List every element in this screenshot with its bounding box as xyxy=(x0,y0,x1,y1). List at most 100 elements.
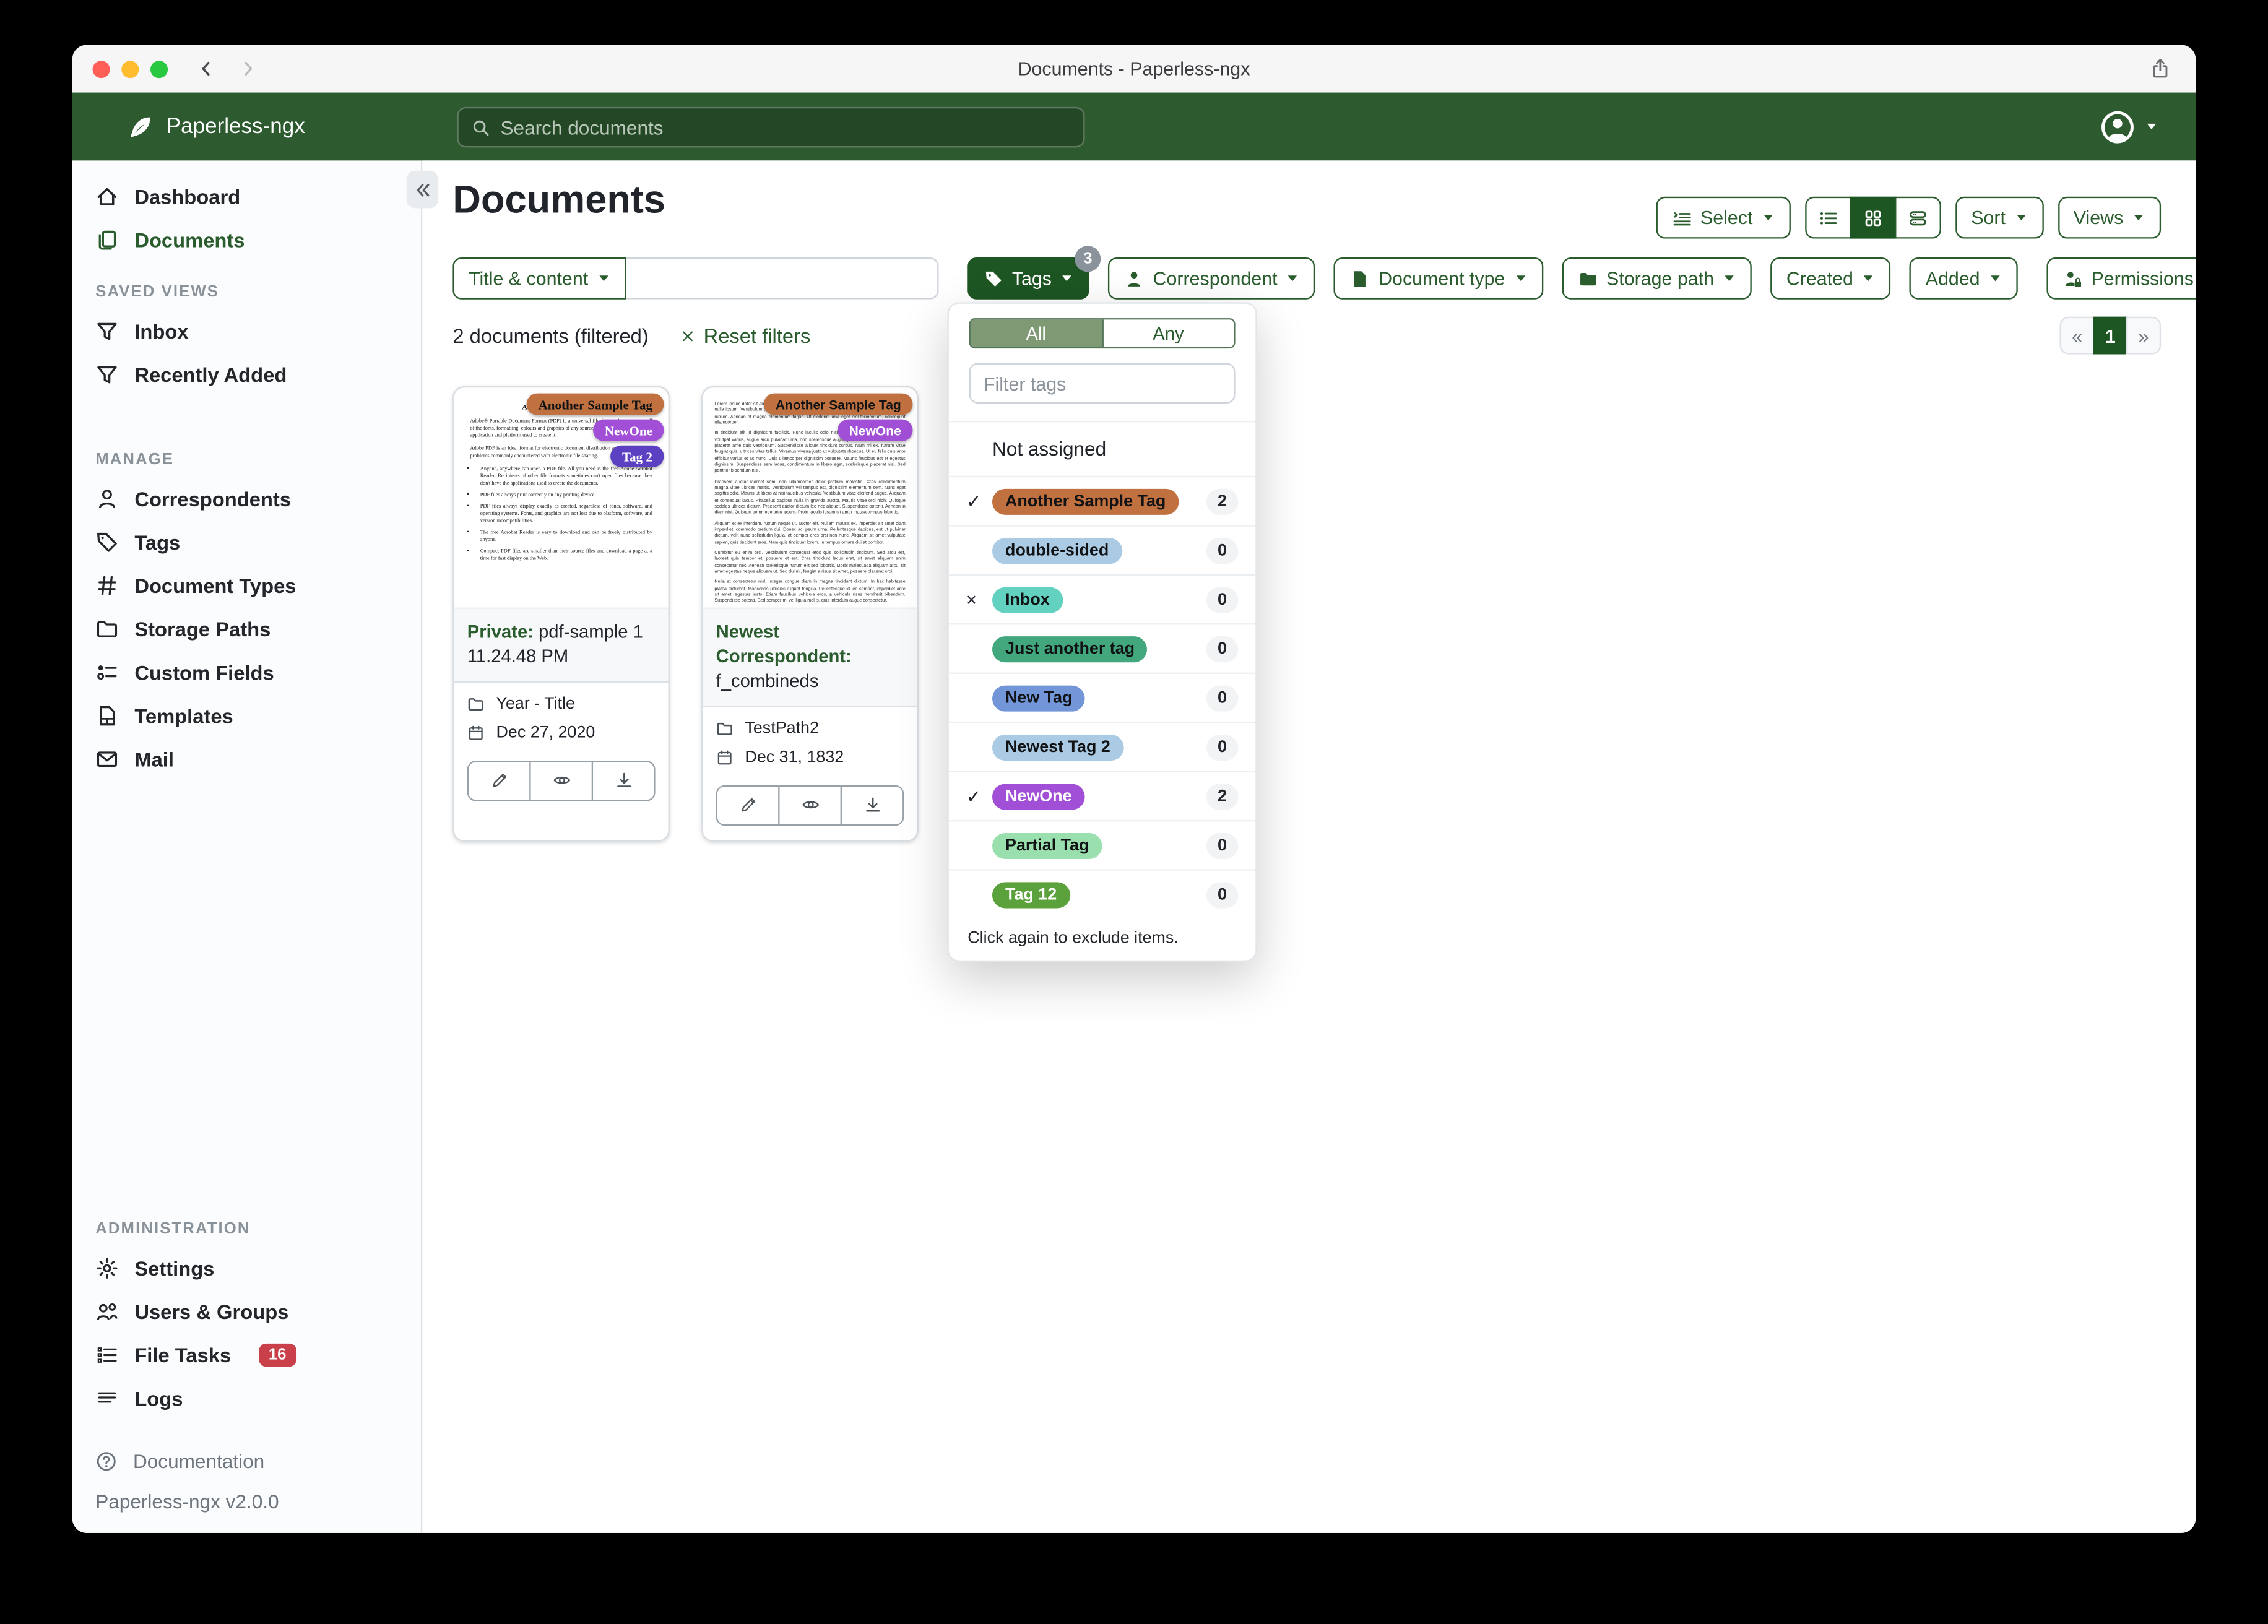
gear-icon xyxy=(97,1258,118,1279)
tag-option[interactable]: Newest Tag 2 0 xyxy=(948,722,1256,771)
pagination-page-1[interactable]: 1 xyxy=(2093,316,2128,355)
tag-option[interactable]: ✓ Another Sample Tag 2 xyxy=(948,475,1256,525)
back-icon[interactable] xyxy=(197,59,215,78)
card-title[interactable]: Private: pdf-sample 1 11.24.48 PM xyxy=(454,607,669,681)
pagination-prev-button[interactable]: « xyxy=(2059,316,2095,355)
sidebar-item-label: Templates xyxy=(134,704,233,728)
tags-filter-button[interactable]: Tags xyxy=(967,257,1089,300)
sidebar-item-correspondents[interactable]: Correspondents xyxy=(72,477,421,520)
tag-option[interactable]: Just another tag 0 xyxy=(948,623,1256,672)
storage-path-filter-button[interactable]: Storage path xyxy=(1561,257,1752,300)
folder-icon xyxy=(1579,272,1596,285)
thumb-bullet: The free Acrobat Reader is easy to downl… xyxy=(480,529,652,544)
feather-logo-icon xyxy=(131,116,150,137)
sidebar-item-mail[interactable]: Mail xyxy=(72,738,421,781)
tag-option[interactable]: ✓ NewOne 2 xyxy=(948,771,1256,819)
tag-option[interactable]: Partial Tag 0 xyxy=(948,819,1256,869)
grid-view-button[interactable] xyxy=(1849,196,1896,239)
title-content-input[interactable] xyxy=(625,257,938,300)
title-content-dropdown-button[interactable]: Title & content xyxy=(452,257,626,300)
sidebar-item-tags[interactable]: Tags xyxy=(72,520,421,564)
brand-label: Paperless-ngx xyxy=(166,114,305,139)
eye-icon xyxy=(802,801,818,809)
edit-button[interactable] xyxy=(469,761,530,800)
preview-button[interactable] xyxy=(778,786,841,824)
reset-filters-link[interactable]: Reset filters xyxy=(680,324,810,347)
document-type-filter-button[interactable]: Document type xyxy=(1333,257,1543,300)
sidebar-item-label: Users & Groups xyxy=(134,1300,289,1324)
person-icon xyxy=(99,490,115,508)
sidebar-item-templates[interactable]: Templates xyxy=(72,694,421,738)
correspondent-filter-button[interactable]: Correspondent xyxy=(1108,257,1315,300)
document-card[interactable]: Lorem ipsum dolor sit amet, consectetur … xyxy=(701,386,919,842)
card-tag-pill[interactable]: NewOne xyxy=(837,419,913,441)
close-icon xyxy=(683,330,693,340)
card-storage-path[interactable]: TestPath2 xyxy=(745,720,819,737)
grid-view-icon xyxy=(1865,210,1881,226)
document-card[interactable]: Adobe Acrobat PDF Files Adobe® Portable … xyxy=(452,386,670,842)
share-icon[interactable] xyxy=(2149,56,2171,81)
user-menu[interactable] xyxy=(2100,109,2158,144)
document-thumbnail[interactable]: Adobe Acrobat PDF Files Adobe® Portable … xyxy=(454,387,669,608)
download-button[interactable] xyxy=(591,761,654,800)
tag-option[interactable]: double-sided 0 xyxy=(948,525,1256,574)
forward-icon[interactable] xyxy=(239,59,258,78)
global-search[interactable] xyxy=(457,106,1085,148)
document-thumbnail[interactable]: Lorem ipsum dolor sit amet, consectetur … xyxy=(703,387,917,608)
created-filter-button[interactable]: Created xyxy=(1770,257,1891,300)
minimize-window-button[interactable] xyxy=(121,59,139,78)
tags-match-any-button[interactable]: Any xyxy=(1101,319,1234,347)
pagination-next-button[interactable]: » xyxy=(2126,316,2162,355)
sidebar-collapse-button[interactable] xyxy=(406,170,439,209)
preview-button[interactable] xyxy=(529,761,592,800)
download-icon xyxy=(865,797,880,812)
sidebar-item-documentation[interactable]: Documentation xyxy=(72,1440,421,1482)
tag-option[interactable]: New Tag 0 xyxy=(948,672,1256,722)
tag-option[interactable]: × Inbox 0 xyxy=(948,574,1256,623)
views-button[interactable]: Views xyxy=(2058,196,2162,239)
tag-option-not-assigned[interactable]: Not assigned xyxy=(948,420,1256,476)
tag-count: 2 xyxy=(1206,783,1239,810)
detail-view-button[interactable] xyxy=(1894,196,1941,239)
sidebar-item-dashboard[interactable]: Dashboard xyxy=(72,175,421,218)
sidebar-item-file-tasks[interactable]: File Tasks 16 xyxy=(72,1333,421,1376)
list-view-button[interactable] xyxy=(1804,196,1851,239)
tag-option[interactable]: Tag 12 0 xyxy=(948,869,1256,918)
tags-match-all-button[interactable]: All xyxy=(970,319,1102,347)
reset-filters-link-label: Reset filters xyxy=(703,324,811,347)
sort-button[interactable]: Sort xyxy=(1955,196,2043,239)
card-title[interactable]: Newest Correspondent: f_combineds xyxy=(703,607,917,706)
search-icon xyxy=(473,119,489,136)
question-circle-icon xyxy=(97,1452,116,1471)
card-tag-pill[interactable]: Tag 2 xyxy=(610,445,664,467)
card-tag-pill[interactable]: Another Sample Tag xyxy=(764,393,913,415)
card-correspondent[interactable]: Newest Correspondent: xyxy=(716,622,852,667)
card-tag-pill[interactable]: NewOne xyxy=(593,419,664,441)
brand[interactable]: Paperless-ngx xyxy=(128,113,305,139)
sidebar-item-logs[interactable]: Logs xyxy=(72,1377,421,1420)
permissions-filter-button[interactable]: Permissions xyxy=(2046,257,2196,300)
sidebar-item-users-groups[interactable]: Users & Groups xyxy=(72,1290,421,1333)
filter-tags-input[interactable] xyxy=(969,363,1236,404)
download-button[interactable] xyxy=(840,786,903,824)
card-tag-pill[interactable]: Another Sample Tag xyxy=(526,393,664,415)
search-input[interactable] xyxy=(500,116,1071,139)
card-storage-path[interactable]: Year - Title xyxy=(496,695,574,712)
sidebar-item-document-types[interactable]: Document Types xyxy=(72,564,421,607)
tag-count: 0 xyxy=(1206,537,1239,564)
sidebar-item-inbox[interactable]: Inbox xyxy=(72,309,421,353)
users-icon xyxy=(97,1303,118,1321)
sidebar-item-storage-paths[interactable]: Storage Paths xyxy=(72,607,421,650)
sidebar-item-settings[interactable]: Settings xyxy=(72,1246,421,1290)
tag-icon xyxy=(985,270,1001,286)
added-filter-button[interactable]: Added xyxy=(1910,257,2018,300)
sidebar-item-documents[interactable]: Documents xyxy=(72,218,421,262)
sidebar-item-recently-added[interactable]: Recently Added xyxy=(72,353,421,396)
card-correspondent[interactable]: Private: xyxy=(467,622,534,642)
select-button[interactable]: Select xyxy=(1655,196,1791,239)
edit-button[interactable] xyxy=(717,786,779,824)
sidebar-item-custom-fields[interactable]: Custom Fields xyxy=(72,651,421,694)
tag-pill: Just another tag xyxy=(992,635,1148,662)
close-window-button[interactable] xyxy=(92,59,110,78)
zoom-window-button[interactable] xyxy=(150,59,168,78)
